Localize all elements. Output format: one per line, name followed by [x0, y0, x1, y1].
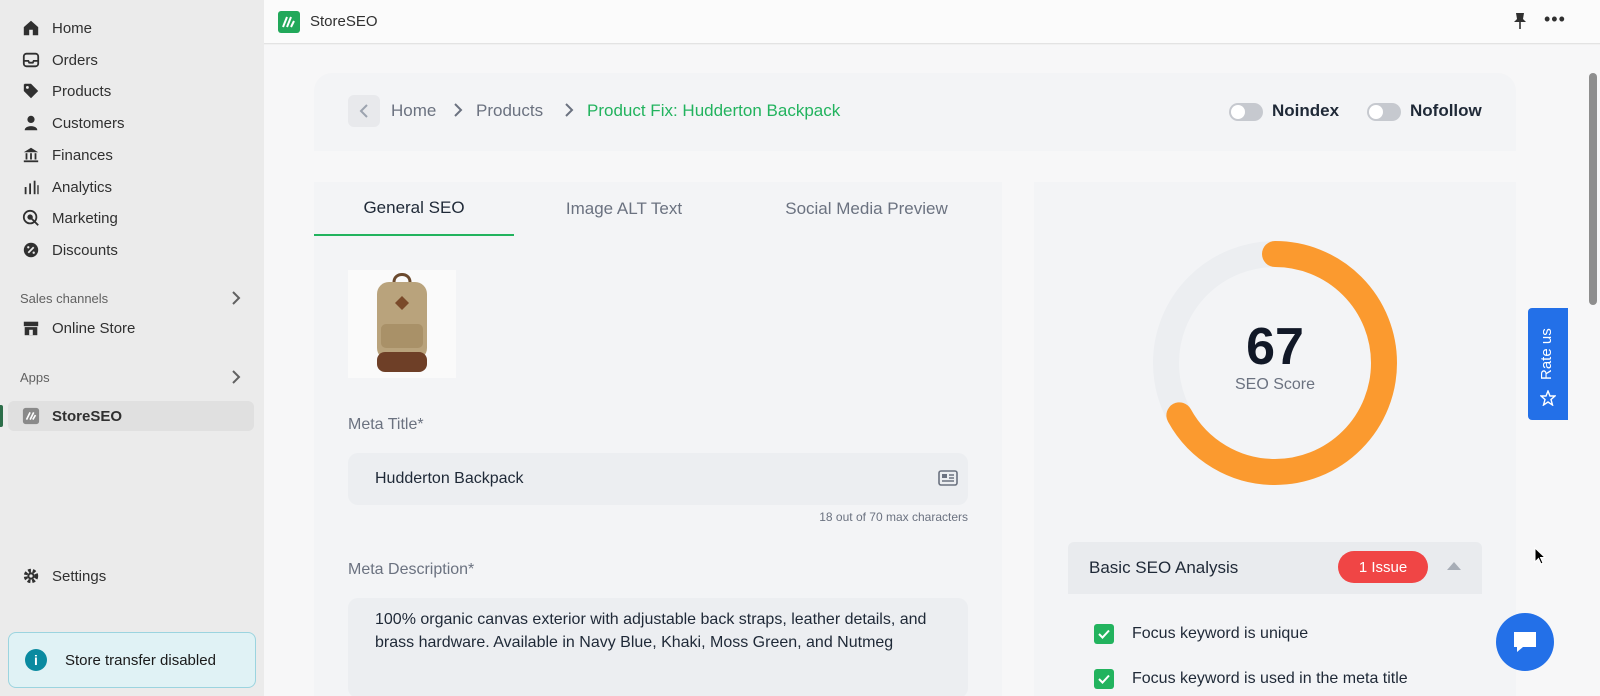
seo-editor-card: General SEO Image ALT Text Social Media … — [314, 182, 1002, 696]
sidebar-item-products[interactable]: Products — [8, 76, 254, 106]
storeseo-app-icon — [22, 407, 40, 425]
person-icon — [22, 114, 40, 132]
sidebar-item-label: Orders — [52, 51, 98, 69]
rate-us-label: Rate us — [1538, 328, 1555, 380]
mouse-cursor-icon — [1534, 547, 1546, 565]
id-card-icon[interactable] — [938, 469, 958, 487]
breadcrumb-products[interactable]: Products — [476, 101, 543, 121]
store-icon — [22, 319, 40, 337]
gear-icon — [22, 567, 40, 585]
chat-icon — [1514, 632, 1536, 652]
meta-description-label: Meta Description* — [348, 561, 475, 578]
analysis-check-item: Focus keyword is used in the meta title — [1094, 669, 1408, 689]
chevron-right-icon[interactable] — [228, 290, 244, 306]
rate-us-tab[interactable]: Rate us — [1528, 308, 1568, 420]
noindex-label: Noindex — [1272, 101, 1340, 120]
analysis-check-label: Focus keyword is used in the meta title — [1132, 670, 1408, 687]
home-icon — [22, 19, 40, 37]
sidebar-item-online-store[interactable]: Online Store — [8, 313, 254, 343]
tag-icon — [22, 82, 40, 100]
sidebar-item-label: StoreSEO — [52, 407, 123, 425]
sidebar-item-home[interactable]: Home — [8, 13, 254, 43]
store-transfer-banner: i Store transfer disabled — [8, 632, 256, 688]
noindex-toggle[interactable] — [1229, 103, 1263, 121]
sidebar-item-label: Finances — [52, 146, 113, 164]
nofollow-label: Nofollow — [1410, 101, 1482, 120]
discount-icon — [22, 241, 40, 259]
info-icon: i — [25, 649, 47, 671]
sidebar-item-discounts[interactable]: Discounts — [8, 235, 254, 265]
meta-description-field[interactable]: 100% organic canvas exterior with adjust… — [348, 598, 968, 696]
sidebar-item-analytics[interactable]: Analytics — [8, 172, 254, 202]
tab-social-media-preview[interactable]: Social Media Preview — [754, 182, 979, 236]
chat-button[interactable] — [1496, 613, 1554, 671]
caret-up-icon[interactable] — [1447, 562, 1461, 570]
bar-chart-icon — [22, 178, 40, 196]
main-content: Home Products Product Fix: Hudderton Bac… — [264, 45, 1600, 696]
chevron-left-icon — [359, 104, 368, 118]
seo-score-label: SEO Score — [1234, 376, 1316, 393]
back-button[interactable] — [348, 95, 380, 127]
product-image — [348, 270, 456, 378]
seo-score-value: 67 — [1246, 318, 1304, 376]
chevron-right-icon[interactable] — [228, 369, 244, 385]
tab-image-alt-text[interactable]: Image ALT Text — [524, 182, 724, 236]
scrollbar-thumb[interactable] — [1589, 73, 1597, 305]
basic-seo-analysis-header[interactable]: Basic SEO Analysis 1 Issue — [1068, 542, 1482, 594]
pin-icon[interactable] — [1512, 12, 1528, 30]
app-topbar: StoreSEO ••• — [264, 0, 1600, 44]
breadcrumb-home[interactable]: Home — [391, 101, 436, 121]
sidebar-item-finances[interactable]: Finances — [8, 140, 254, 170]
sidebar-item-marketing[interactable]: Marketing — [8, 203, 254, 233]
breadcrumb-bar: Home Products Product Fix: Hudderton Bac… — [314, 73, 1516, 151]
meta-title-field[interactable]: Hudderton Backpack — [348, 453, 968, 505]
sidebar-item-storeseo[interactable]: StoreSEO — [0, 401, 254, 431]
chevron-right-icon — [454, 103, 463, 117]
bank-icon — [22, 146, 40, 164]
checkmark-icon — [1094, 669, 1114, 689]
banner-text: Store transfer disabled — [65, 651, 216, 669]
target-icon — [22, 209, 40, 227]
meta-title-label: Meta Title* — [348, 416, 424, 433]
analysis-check-item: Focus keyword is unique — [1094, 624, 1308, 644]
sales-channels-label: Sales channels — [20, 291, 109, 306]
app-title: StoreSEO — [310, 13, 378, 30]
analysis-title: Basic SEO Analysis — [1089, 558, 1239, 577]
page-scrollbar[interactable] — [1586, 45, 1600, 696]
more-options-icon[interactable]: ••• — [1544, 10, 1566, 30]
sidebar: Home Orders Products Customers Finances … — [0, 0, 264, 696]
sidebar-item-settings[interactable]: Settings — [8, 561, 254, 591]
breadcrumb-current: Product Fix: Hudderton Backpack — [587, 101, 841, 120]
apps-label: Apps — [20, 370, 50, 385]
seo-score-card: 67 SEO Score Basic SEO Analysis 1 Issue … — [1034, 182, 1516, 696]
sidebar-item-label: Home — [52, 19, 93, 37]
sidebar-item-label: Discounts — [52, 241, 118, 259]
meta-title-value: Hudderton Backpack — [375, 470, 524, 487]
inbox-icon — [22, 51, 40, 69]
sidebar-item-label: Settings — [52, 567, 107, 585]
checkmark-icon — [1094, 624, 1114, 644]
sidebar-item-label: Analytics — [52, 178, 113, 196]
nofollow-toggle[interactable] — [1367, 103, 1401, 121]
sidebar-item-label: Products — [52, 82, 112, 100]
sidebar-item-orders[interactable]: Orders — [8, 45, 254, 75]
analysis-check-label: Focus keyword is unique — [1132, 625, 1309, 642]
chevron-right-icon — [565, 103, 574, 117]
sidebar-item-label: Marketing — [52, 209, 118, 227]
sidebar-item-label: Customers — [52, 114, 125, 132]
issue-badge: 1 Issue — [1338, 551, 1428, 583]
sidebar-item-label: Online Store — [52, 319, 136, 337]
tab-general-seo[interactable]: General SEO — [314, 182, 514, 236]
storeseo-logo-icon — [278, 10, 300, 33]
star-icon — [1540, 390, 1556, 406]
sidebar-item-customers[interactable]: Customers — [8, 108, 254, 138]
meta-title-char-count: 18 out of 70 max characters — [819, 510, 968, 524]
